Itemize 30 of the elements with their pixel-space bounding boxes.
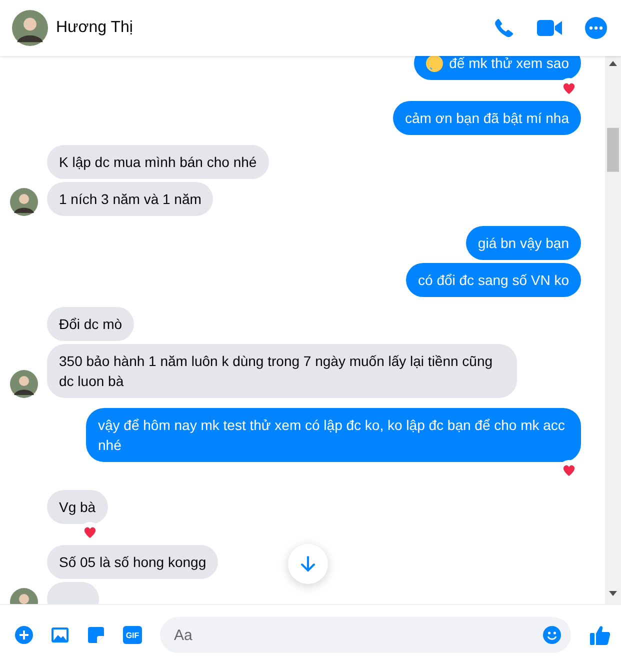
scroll-down-button[interactable]: [288, 544, 328, 584]
message-bubble: giá bn vậy bạn: [466, 226, 581, 260]
video-camera-icon[interactable]: [537, 18, 563, 38]
plus-icon[interactable]: [15, 626, 33, 644]
sticker-icon[interactable]: [87, 626, 105, 644]
message-bubble: 1 ních 3 năm và 1 năm: [47, 182, 214, 216]
scrollbar[interactable]: [605, 56, 621, 604]
message-bar[interactable]: Aa: [160, 617, 571, 653]
message-bubble: Đổi dc mò: [47, 307, 134, 341]
gif-button[interactable]: GIF: [123, 626, 142, 644]
message-bubble: 350 bảo hành 1 năm luôn k dùng trong 7 ngày muốn lấy lại tiềnn cũng dc luon bà: [47, 344, 517, 398]
message-bubble: Vg bà: [47, 490, 108, 524]
message-input-field[interactable]: Aa: [172, 626, 543, 644]
message-bubble: vậy để hôm nay mk test thử xem có lập đc ko, ko lập đc bạn để cho mk acc nhé: [86, 408, 581, 462]
phone-icon[interactable]: [493, 17, 515, 39]
emoji-icon[interactable]: [543, 626, 561, 644]
message-bubble: đế mk thử xem sao: [414, 56, 581, 80]
message-bubble: Số 05 là số hong kongg: [47, 545, 218, 579]
emoji-icon: [426, 56, 444, 72]
avatar: [10, 370, 38, 398]
arrow-down-icon: [299, 555, 317, 573]
more-options-icon[interactable]: [585, 17, 607, 39]
avatar: [10, 188, 38, 216]
avatar: [12, 10, 48, 46]
thumbs-up-icon[interactable]: [589, 624, 611, 646]
message-bubble: có đổi đc sang số VN ko: [406, 263, 581, 297]
contact-name: Hương Thị: [56, 19, 134, 37]
message-bubble: cảm ơn bạn đã bật mí nha: [392, 101, 581, 135]
message-bubble: K lập dc mua mình bán cho nhé: [47, 145, 269, 179]
image-icon[interactable]: [51, 626, 69, 644]
